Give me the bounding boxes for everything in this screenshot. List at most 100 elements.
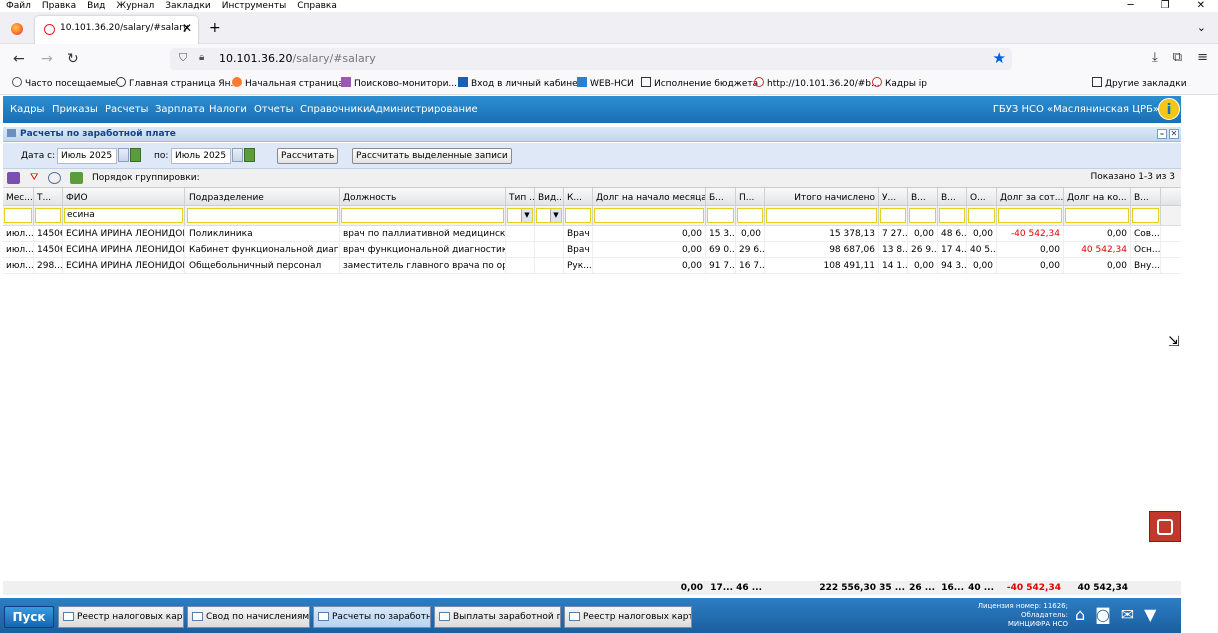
url-bar[interactable]: ⛉ 🔒︎ 10.101.36.20/salary/#salary ★ [170, 48, 1012, 70]
chevron-down-icon[interactable]: ▼ [521, 209, 532, 222]
column-filter-input[interactable]: ▼ [536, 208, 562, 223]
column-header[interactable]: У... [879, 188, 908, 205]
calendar-icon[interactable] [232, 148, 243, 162]
table-row[interactable]: июл...14506ЕСИНА ИРИНА ЛЕОНИДОВНАПоликли… [3, 226, 1181, 242]
column-header[interactable]: П... [736, 188, 765, 205]
bookmark-item[interactable]: Исполнение бюджета [641, 74, 758, 95]
refresh-date-icon[interactable] [244, 148, 255, 162]
download-icon[interactable]: ⤓ [1152, 50, 1158, 65]
column-header[interactable]: Итого начислено [765, 188, 879, 205]
info-icon[interactable]: i [1158, 98, 1180, 120]
bookmark-item[interactable]: WEB-НСИ [577, 74, 634, 95]
refresh-date-icon[interactable] [130, 148, 141, 162]
bookmark-item[interactable]: http://10.101.36.20/#b... [754, 74, 880, 95]
date-to-field[interactable]: Июль 2025 [171, 148, 231, 164]
mail-icon[interactable]: ✉ [1121, 605, 1134, 624]
column-header[interactable]: Б... [706, 188, 736, 205]
home-icon[interactable]: ⌂ [1075, 605, 1085, 624]
close-tab-icon[interactable]: ✕ [182, 21, 192, 35]
chevron-down-icon[interactable]: ⌄ [1197, 21, 1206, 34]
column-filter-input[interactable] [737, 208, 763, 223]
bookmark-item[interactable]: Часто посещаемые [12, 74, 116, 95]
reload-icon[interactable]: ↻ [67, 51, 79, 67]
hamburger-menu-icon[interactable]: ≡ [1197, 50, 1208, 65]
column-filter-input[interactable] [909, 208, 936, 223]
column-filter-input[interactable] [594, 208, 704, 223]
column-header[interactable]: О... [967, 188, 997, 205]
column-filter-input[interactable] [707, 208, 734, 223]
column-filter-input[interactable]: ▼ [507, 208, 533, 223]
calendar-icon[interactable] [118, 148, 129, 162]
menu-history[interactable]: Журнал [110, 0, 159, 12]
start-button[interactable]: Пуск [4, 606, 54, 628]
nav-orders[interactable]: Приказы [52, 104, 98, 115]
column-filter-input[interactable] [35, 208, 61, 223]
dropdown-arrow-icon[interactable]: ▼ [1144, 605, 1156, 624]
column-filter-input[interactable] [187, 208, 338, 223]
lock-icon[interactable]: 🔒︎ [199, 52, 204, 63]
column-filter-input[interactable] [4, 208, 32, 223]
task-tax-cards[interactable]: Реестр налоговых карточек [58, 606, 184, 628]
task-tax-cards-2[interactable]: Реестр налоговых карточек [564, 606, 692, 628]
bookmark-item[interactable]: Главная страница Ян... [116, 74, 239, 95]
column-header[interactable]: В... [938, 188, 967, 205]
camera-icon[interactable]: ◙ [1095, 605, 1111, 624]
column-header[interactable]: Долг на начало месяца [593, 188, 706, 205]
task-salary-calc[interactable]: Расчеты по заработной ... [313, 606, 431, 628]
task-summary[interactable]: Свод по начислениям и удер... [187, 606, 310, 628]
column-header[interactable]: В... [908, 188, 938, 205]
nav-taxes[interactable]: Налоги [209, 104, 247, 115]
column-filter-input[interactable] [341, 208, 504, 223]
column-header[interactable]: ФИО [63, 188, 185, 205]
table-row[interactable]: июл...298...ЕСИНА ИРИНА ЛЕОНИДОВНАОбщебо… [3, 258, 1181, 274]
date-from-field[interactable]: Июль 2025 [57, 148, 117, 164]
calculate-button[interactable]: Рассчитать [277, 148, 339, 164]
column-filter-input[interactable] [998, 208, 1062, 223]
column-filter-input[interactable] [1132, 208, 1159, 223]
bookmark-star-icon[interactable]: ★ [993, 49, 1006, 67]
bookmark-item[interactable]: Поисково-монитори... [341, 74, 457, 95]
column-header[interactable]: Тип ... [506, 188, 535, 205]
other-bookmarks[interactable]: Другие закладки [1092, 74, 1187, 95]
clear-filter-icon[interactable]: ⛛ [30, 172, 43, 184]
forward-icon[interactable]: → [41, 51, 53, 67]
app-launcher-icon[interactable] [1149, 511, 1181, 542]
task-payments[interactable]: Выплаты заработной платы [434, 606, 561, 628]
browser-tab[interactable]: 10.101.36.20/salary/#salary ✕ [35, 16, 198, 44]
back-icon[interactable]: ← [13, 51, 25, 67]
extensions-icon[interactable]: ⧉ [1173, 50, 1182, 65]
print-icon[interactable] [48, 172, 61, 184]
nav-administration[interactable]: Администрирование [369, 104, 478, 115]
minimize-panel-icon[interactable]: – [1157, 129, 1167, 139]
nav-staff[interactable]: Кадры [10, 104, 44, 115]
column-filter-input[interactable] [565, 208, 591, 223]
column-filter-input[interactable] [968, 208, 995, 223]
restore-icon[interactable]: ❐ [1155, 0, 1175, 11]
column-filter-input[interactable] [880, 208, 906, 223]
menu-bookmarks[interactable]: Закладки [159, 0, 216, 12]
column-header[interactable]: Мес... [3, 188, 34, 205]
minimize-icon[interactable]: ─ [1122, 0, 1139, 11]
close-panel-icon[interactable]: ✕ [1169, 129, 1179, 139]
table-row[interactable]: июл...14506ЕСИНА ИРИНА ЛЕОНИДОВНАКабинет… [3, 242, 1181, 258]
column-header[interactable]: Вид... [535, 188, 564, 205]
nav-salary[interactable]: Зарплата [155, 104, 205, 115]
close-window-icon[interactable]: ✕ [1191, 0, 1210, 11]
nav-calculations[interactable]: Расчеты [105, 104, 148, 115]
column-header[interactable]: Т... [34, 188, 63, 205]
column-filter-input[interactable] [939, 208, 965, 223]
chevron-down-icon[interactable]: ▼ [550, 209, 561, 222]
firefox-icon[interactable] [11, 23, 23, 35]
menu-dropdown-icon[interactable] [7, 172, 20, 184]
column-header[interactable]: Долг на ко... [1064, 188, 1131, 205]
column-header[interactable]: К... [564, 188, 593, 205]
column-header[interactable]: Долг за сот... [997, 188, 1064, 205]
column-filter-input[interactable] [1065, 208, 1129, 223]
nav-references[interactable]: Справочники [300, 104, 370, 115]
new-tab-icon[interactable]: + [209, 20, 221, 36]
calculate-selected-button[interactable]: Рассчитать выделенные записи [352, 148, 512, 164]
fio-filter-input[interactable]: есина [64, 208, 183, 223]
column-filter-input[interactable] [766, 208, 877, 223]
menu-edit[interactable]: Правка [36, 0, 81, 12]
menu-help[interactable]: Справка [291, 0, 342, 12]
